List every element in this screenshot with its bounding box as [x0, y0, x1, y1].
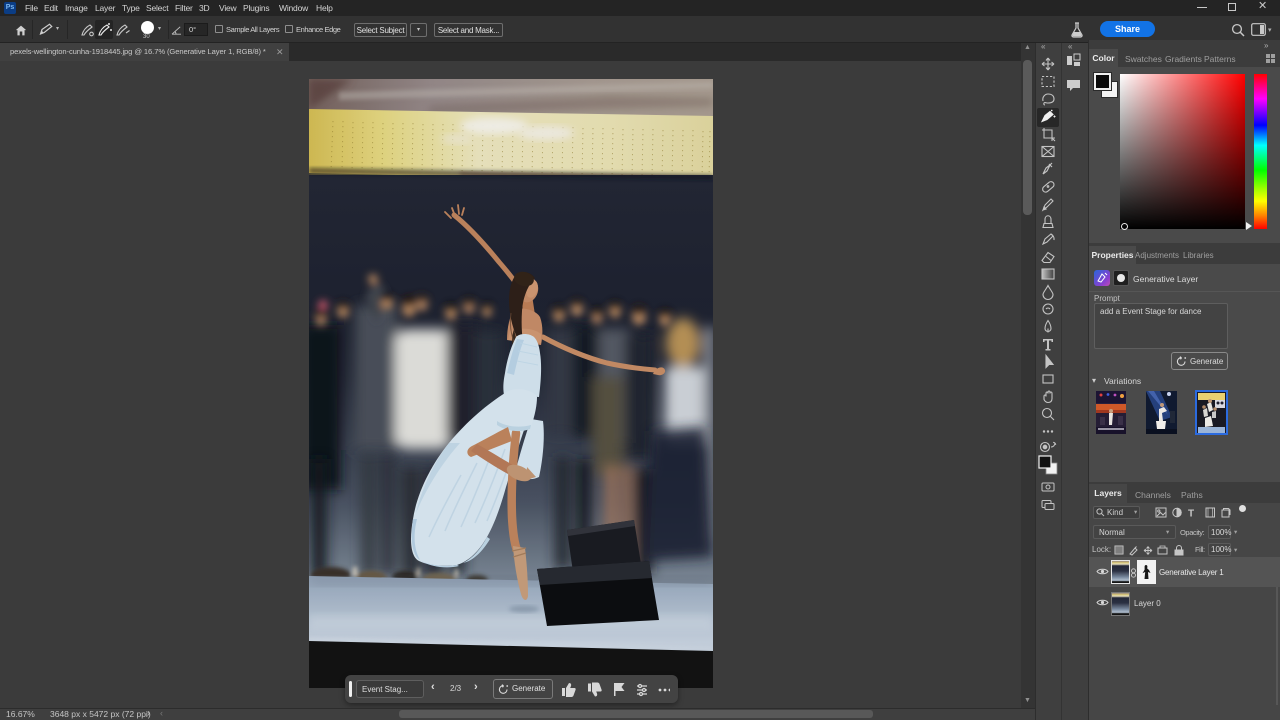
svg-text:T: T: [1188, 509, 1194, 520]
